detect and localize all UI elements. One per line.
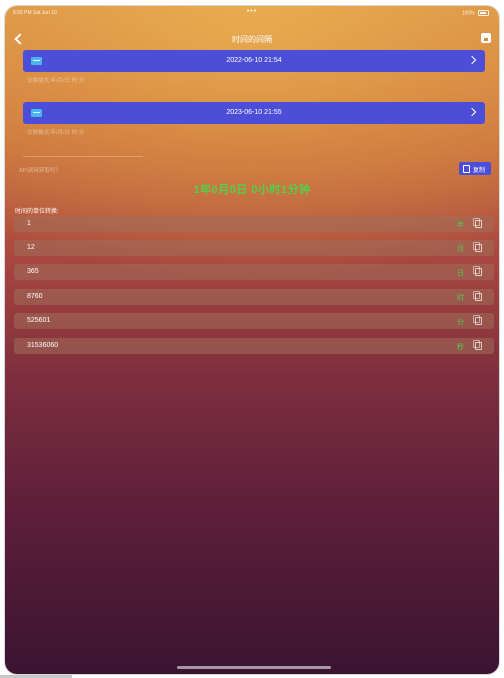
interval-result: 1年0月0日 0小时1分钟 (193, 184, 311, 196)
app-window: 8:55 PM Sat Jun 10 ••• 100% 时间的间隔 2022-0… (5, 6, 499, 674)
unit-row-second: 31536060 秒 (14, 338, 494, 354)
page-title: 时间的间隔 (232, 35, 272, 44)
copy-icon[interactable] (473, 218, 482, 228)
status-right: 100% (462, 10, 489, 16)
unit-row-day: 365 日 (14, 264, 494, 280)
copy-icon[interactable] (473, 242, 482, 252)
multitask-dots[interactable]: ••• (5, 8, 499, 15)
unit-label: 日 (457, 270, 464, 277)
end-date-format: 交换格式:年/月/日 时:分 (27, 130, 85, 136)
copy-icon[interactable] (473, 340, 482, 350)
copy-icon[interactable] (473, 315, 482, 325)
copy-icon[interactable] (473, 291, 482, 301)
unit-row-hour: 8760 时 (14, 289, 494, 305)
status-bar: 8:55 PM Sat Jun 10 ••• 100% (5, 6, 499, 20)
unit-value: 12 (27, 244, 35, 251)
copy-icon[interactable] (473, 266, 482, 276)
start-date-picker[interactable]: 2022-06-10 21:54 (23, 50, 485, 72)
unit-row-year: 1 年 (14, 216, 494, 232)
unit-value: 1 (27, 220, 31, 227)
unit-value: 8760 (27, 293, 43, 300)
divider (23, 156, 143, 157)
start-date-value: 2022-06-10 21:54 (226, 57, 282, 64)
unit-label: 分 (457, 319, 464, 326)
start-date-format: 交换格式:年/月/日 时:分 (27, 78, 85, 84)
copy-button[interactable]: 复制 (459, 162, 491, 175)
unit-value: 525601 (27, 317, 51, 324)
unit-value: 365 (27, 268, 39, 275)
unit-row-month: 12 月 (14, 240, 494, 256)
battery-percent: 100% (461, 10, 475, 17)
unit-label: 年 (457, 222, 464, 229)
unit-value: 31536060 (27, 342, 59, 349)
unit-row-minute: 525601 分 (14, 313, 494, 329)
api-link[interactable]: API调用获取吗？ (19, 166, 61, 174)
end-date-value: 2023-06-10 21:55 (226, 109, 282, 116)
battery-icon (478, 10, 489, 16)
nav-bar: 时间的间隔 (5, 26, 499, 52)
save-icon[interactable] (481, 33, 491, 43)
copy-icon (463, 165, 470, 173)
end-date-picker[interactable]: 2023-06-10 21:55 (23, 102, 485, 124)
unit-label: 秒 (457, 344, 464, 351)
unit-label: 时 (457, 295, 464, 302)
unit-conversion-label: 时间的单位转换: (15, 209, 59, 215)
copy-button-label: 复制 (473, 168, 486, 174)
home-indicator[interactable] (177, 666, 331, 669)
unit-label: 月 (457, 246, 464, 253)
